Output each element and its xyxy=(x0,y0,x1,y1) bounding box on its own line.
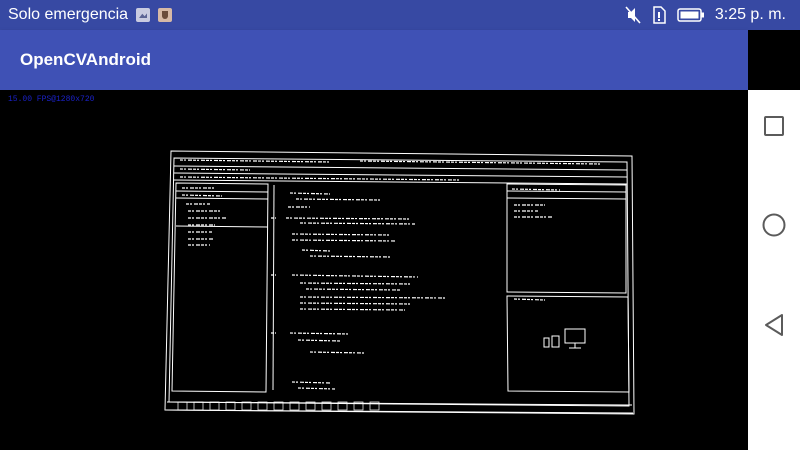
no-sim-icon xyxy=(653,6,666,24)
status-bar: Solo emergencia 3:25 p. m. xyxy=(0,0,800,30)
mute-icon xyxy=(625,6,641,24)
recent-apps-icon xyxy=(764,116,784,136)
shield-notification-icon xyxy=(158,8,173,22)
home-button[interactable] xyxy=(760,211,788,239)
edge-detected-image xyxy=(164,150,635,415)
gallery-notification-icon xyxy=(136,8,151,22)
home-icon xyxy=(762,213,786,237)
status-right: 3:25 p. m. xyxy=(625,6,800,24)
clock: 3:25 p. m. xyxy=(714,6,786,23)
recent-apps-button[interactable] xyxy=(760,112,788,140)
app-title: OpenCVAndroid xyxy=(20,50,151,69)
fps-label: 15.00 FPS@1280x720 xyxy=(8,95,95,104)
navigation-bar xyxy=(748,90,800,450)
carrier-text: Solo emergencia xyxy=(8,6,129,23)
app-bar: OpenCVAndroid xyxy=(0,30,748,90)
status-left: Solo emergencia xyxy=(0,6,173,24)
back-button[interactable] xyxy=(760,311,788,339)
battery-icon xyxy=(677,8,704,22)
camera-preview[interactable]: 15.00 FPS@1280x720 xyxy=(0,90,748,450)
back-icon xyxy=(765,314,783,336)
